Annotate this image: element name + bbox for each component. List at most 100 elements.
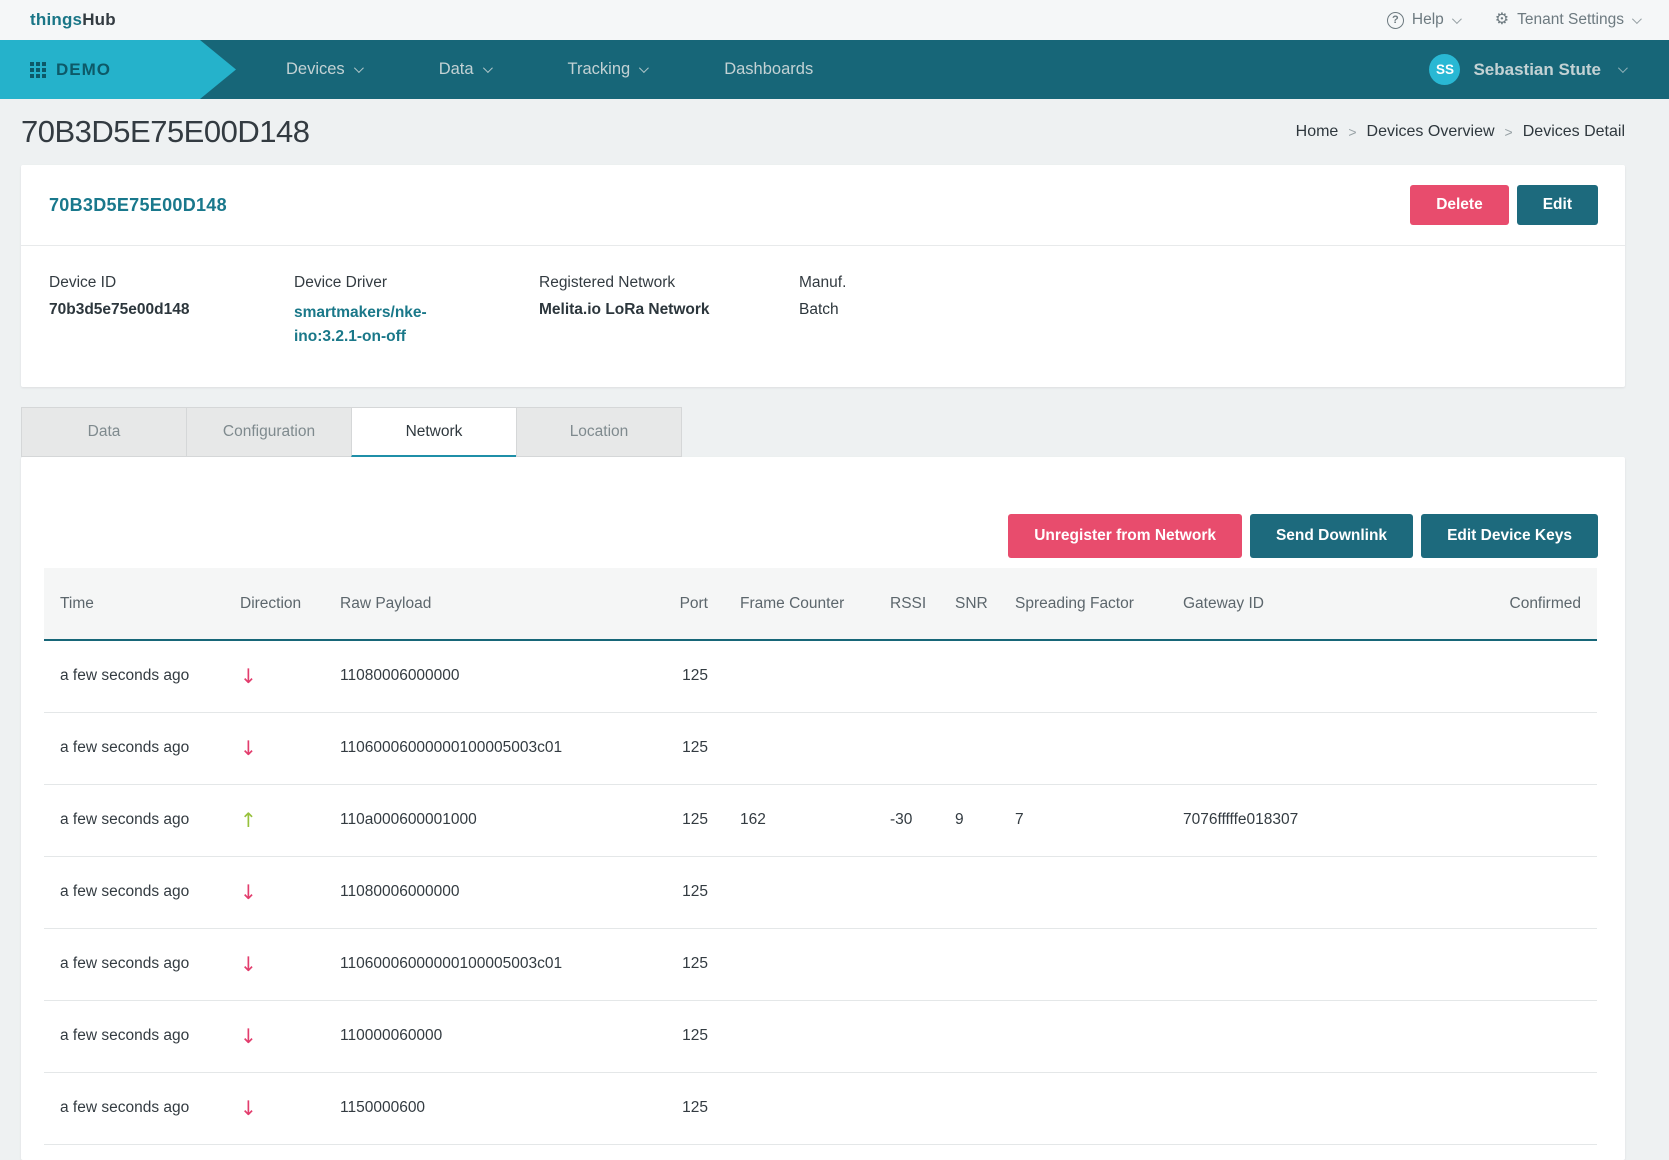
breadcrumb-devices-overview[interactable]: Devices Overview: [1367, 123, 1495, 141]
device-driver-link[interactable]: smartmakers/nke-ino:3.2.1-on-off: [294, 301, 474, 349]
table-header-row: Time Direction Raw Payload Port Frame Co…: [44, 568, 1597, 640]
table-row: a few seconds ago ↓ 110000060000 125: [44, 1000, 1597, 1072]
cell-rssi: [874, 856, 939, 928]
table-row: a few seconds ago ↓ 1150000600 125: [44, 1072, 1597, 1144]
cell-snr: [939, 856, 999, 928]
cell-snr: 9: [939, 784, 999, 856]
unregister-from-network-button[interactable]: Unregister from Network: [1008, 514, 1242, 558]
cell-time: a few seconds ago: [44, 928, 224, 1000]
nav-item-data[interactable]: Data: [439, 60, 490, 79]
logo-text-things: things: [30, 10, 82, 29]
cell-snr: [939, 1000, 999, 1072]
cell-raw-payload: 11060006000000100005003c01: [324, 928, 659, 1000]
cell-direction: ↓: [224, 712, 324, 784]
cell-spreading-factor: [999, 640, 1167, 712]
tenant-name: DEMO: [56, 60, 111, 80]
help-label: Help: [1412, 11, 1444, 29]
cell-gateway-id: [1167, 928, 1382, 1000]
cell-time: a few seconds ago: [44, 784, 224, 856]
cell-spreading-factor: [999, 712, 1167, 784]
network-table-body: a few seconds ago ↓ 11080006000000 125 a…: [44, 640, 1597, 1144]
nav-item-label: Dashboards: [724, 60, 813, 79]
tab-location[interactable]: Location: [516, 407, 682, 457]
cell-spreading-factor: [999, 1000, 1167, 1072]
page-title: 70B3D5E75E00D148: [21, 114, 309, 150]
network-messages-table: Time Direction Raw Payload Port Frame Co…: [44, 568, 1597, 1145]
cell-raw-payload: 11060006000000100005003c01: [324, 712, 659, 784]
manufacturer-value: Batch: [799, 301, 1597, 319]
cell-gateway-id: [1167, 856, 1382, 928]
user-menu[interactable]: SS Sebastian Stute: [1429, 54, 1625, 85]
cell-snr: [939, 1072, 999, 1144]
device-id-value: 70b3d5e75e00d148: [49, 301, 294, 319]
cell-port: 125: [659, 712, 724, 784]
nav-item-label: Tracking: [568, 60, 631, 79]
cell-frame-counter: [724, 1072, 874, 1144]
nav-item-label: Data: [439, 60, 474, 79]
cell-direction: ↓: [224, 856, 324, 928]
cell-confirmed: [1382, 784, 1597, 856]
device-summary-card: 70B3D5E75E00D148 Delete Edit Device ID 7…: [21, 165, 1625, 387]
breadcrumb-home[interactable]: Home: [1296, 123, 1339, 141]
field-device-driver: Device Driver smartmakers/nke-ino:3.2.1-…: [294, 274, 539, 349]
cell-confirmed: [1382, 712, 1597, 784]
cell-direction: ↓: [224, 928, 324, 1000]
cell-time: a few seconds ago: [44, 712, 224, 784]
cell-gateway-id: [1167, 640, 1382, 712]
edit-device-keys-button[interactable]: Edit Device Keys: [1421, 514, 1598, 558]
edit-button[interactable]: Edit: [1517, 185, 1598, 225]
help-icon: ?: [1387, 12, 1404, 29]
tab-data[interactable]: Data: [21, 407, 187, 457]
chevron-down-icon: [639, 63, 649, 73]
send-downlink-button[interactable]: Send Downlink: [1250, 514, 1413, 558]
cell-frame-counter: 162: [724, 784, 874, 856]
cell-rssi: -30: [874, 784, 939, 856]
down-arrow-icon: ↓: [240, 736, 257, 760]
field-manufacturer: Manuf. Batch: [799, 274, 1597, 349]
cell-direction: ↓: [224, 1072, 324, 1144]
cell-spreading-factor: 7: [999, 784, 1167, 856]
cell-frame-counter: [724, 928, 874, 1000]
nav-item-label: Devices: [286, 60, 345, 79]
column-header-direction: Direction: [224, 568, 324, 640]
cell-rssi: [874, 1000, 939, 1072]
column-header-snr: SNR: [939, 568, 999, 640]
help-menu[interactable]: ? Help: [1387, 11, 1459, 29]
cell-gateway-id: [1167, 712, 1382, 784]
cell-port: 125: [659, 1072, 724, 1144]
tab-configuration[interactable]: Configuration: [186, 407, 352, 457]
cell-time: a few seconds ago: [44, 1072, 224, 1144]
cell-port: 125: [659, 1000, 724, 1072]
field-label: Manuf.: [799, 274, 1597, 292]
cell-snr: [939, 640, 999, 712]
tenant-switcher[interactable]: DEMO: [0, 40, 238, 99]
nav-item-devices[interactable]: Devices: [286, 60, 361, 79]
table-row: a few seconds ago ↓ 11080006000000 125: [44, 640, 1597, 712]
breadcrumb: Home > Devices Overview > Devices Detail: [1296, 123, 1625, 141]
cell-confirmed: [1382, 640, 1597, 712]
table-row: a few seconds ago ↑ 110a000600001000 125…: [44, 784, 1597, 856]
tab-network[interactable]: Network: [351, 407, 517, 457]
tenant-settings-menu[interactable]: ⚙ Tenant Settings: [1495, 11, 1639, 29]
column-header-confirmed: Confirmed: [1382, 568, 1597, 640]
nav-item-tracking[interactable]: Tracking: [568, 60, 647, 79]
cell-raw-payload: 1150000600: [324, 1072, 659, 1144]
cell-direction: ↓: [224, 640, 324, 712]
thingshub-logo[interactable]: thingsHub: [30, 10, 116, 30]
down-arrow-icon: ↓: [240, 880, 257, 904]
down-arrow-icon: ↓: [240, 952, 257, 976]
delete-button[interactable]: Delete: [1410, 185, 1509, 225]
cell-confirmed: [1382, 856, 1597, 928]
cell-direction: ↑: [224, 784, 324, 856]
table-row: a few seconds ago ↓ 11060006000000100005…: [44, 712, 1597, 784]
registered-network-value: Melita.io LoRa Network: [539, 301, 799, 319]
cell-gateway-id: [1167, 1072, 1382, 1144]
tenant-settings-label: Tenant Settings: [1517, 11, 1624, 29]
column-header-port: Port: [659, 568, 724, 640]
table-row: a few seconds ago ↓ 11060006000000100005…: [44, 928, 1597, 1000]
cell-frame-counter: [724, 640, 874, 712]
chevron-down-icon: [1632, 14, 1642, 24]
nav-item-dashboards[interactable]: Dashboards: [724, 60, 813, 79]
field-label: Device ID: [49, 274, 294, 292]
column-header-time: Time: [44, 568, 224, 640]
